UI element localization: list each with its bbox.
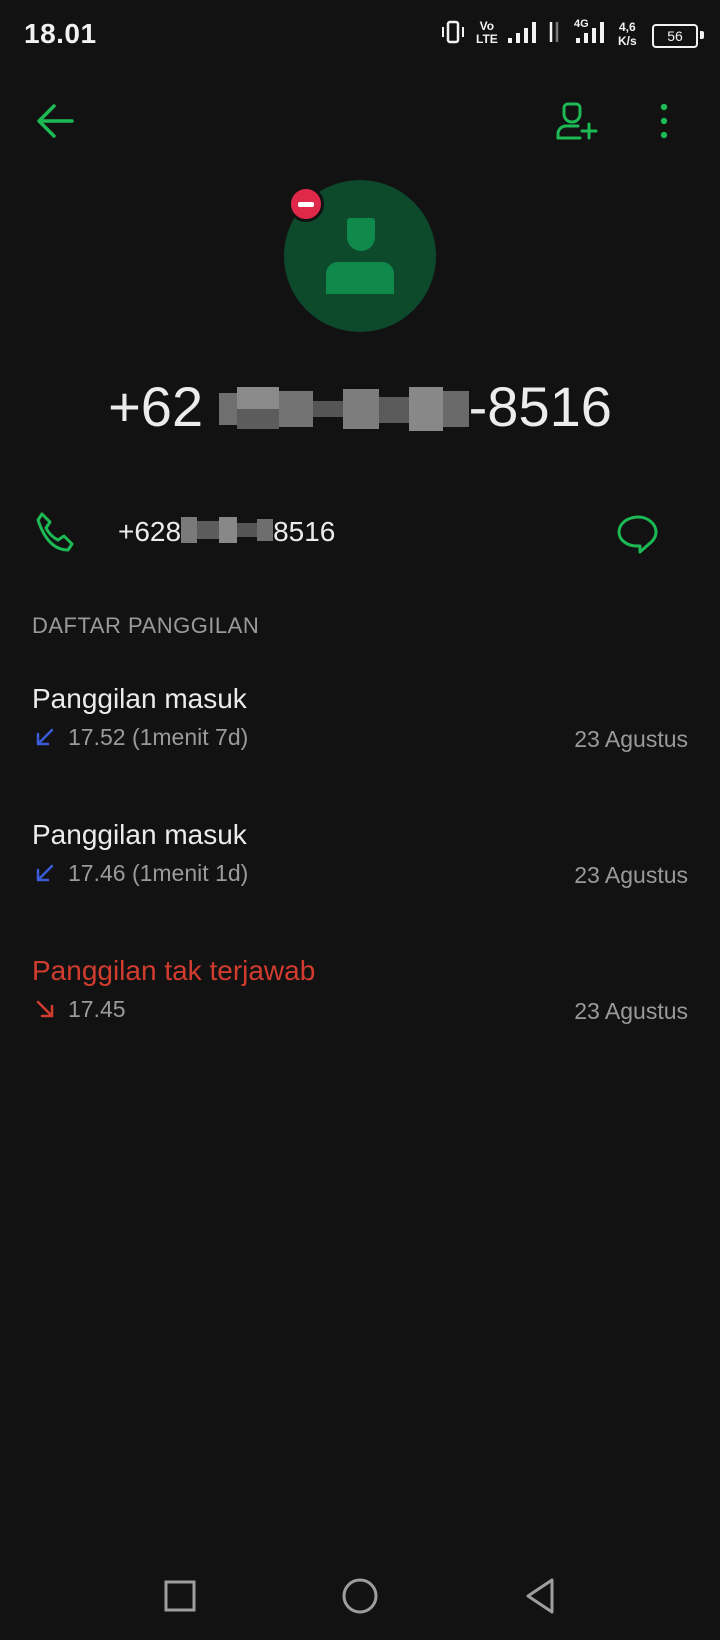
back-button[interactable] [520, 1576, 560, 1616]
contact-name-number: +62 -8516 [0, 374, 720, 444]
phone-call-icon[interactable] [34, 510, 76, 552]
call-date: 23 Agustus [574, 726, 688, 752]
call-log-header: DAFTAR PANGGILAN [32, 613, 260, 638]
call-type-label: Panggilan tak terjawab [32, 955, 316, 986]
home-button[interactable] [340, 1576, 380, 1616]
more-vertical-icon[interactable] [648, 98, 680, 144]
call-date: 23 Agustus [574, 998, 688, 1024]
battery-indicator: 56 [652, 24, 698, 48]
call-type-label: Panggilan masuk [32, 683, 247, 714]
back-arrow-icon[interactable] [32, 98, 78, 144]
data-activity-icon [549, 22, 559, 42]
blocked-badge-icon [288, 186, 324, 222]
redacted-block [218, 379, 469, 444]
network-speed: 4,6 K/s [618, 20, 637, 48]
incoming-call-arrow-icon [36, 864, 54, 882]
signal-strength-icon [508, 22, 536, 43]
vibrate-icon [442, 20, 464, 44]
call-type-label: Panggilan masuk [32, 819, 247, 850]
signal-4g-icon [576, 22, 604, 43]
recent-apps-button[interactable] [160, 1576, 200, 1616]
contact-number-suffix: -8516 [468, 375, 612, 438]
call-detail: 17.45 [68, 996, 126, 1022]
phone-number-suffix: 8516 [273, 516, 336, 547]
call-detail: 17.46 (1menit 1d) [68, 860, 249, 886]
volte-icon: Vo LTE [476, 19, 498, 46]
contact-number-prefix: +62 [108, 375, 204, 438]
incoming-call-arrow-icon [36, 728, 54, 746]
phone-number-prefix: +628 [118, 516, 182, 547]
call-detail: 17.52 (1menit 7d) [68, 724, 249, 750]
battery-tip [700, 31, 704, 39]
status-time: 18.01 [24, 18, 97, 49]
phone-number-row[interactable]: +628 8516 [118, 516, 335, 550]
message-icon[interactable] [616, 512, 660, 556]
redacted-block [181, 517, 274, 550]
add-contact-icon[interactable] [554, 98, 600, 144]
call-date: 23 Agustus [574, 862, 688, 888]
missed-call-arrow-icon [36, 1000, 54, 1018]
